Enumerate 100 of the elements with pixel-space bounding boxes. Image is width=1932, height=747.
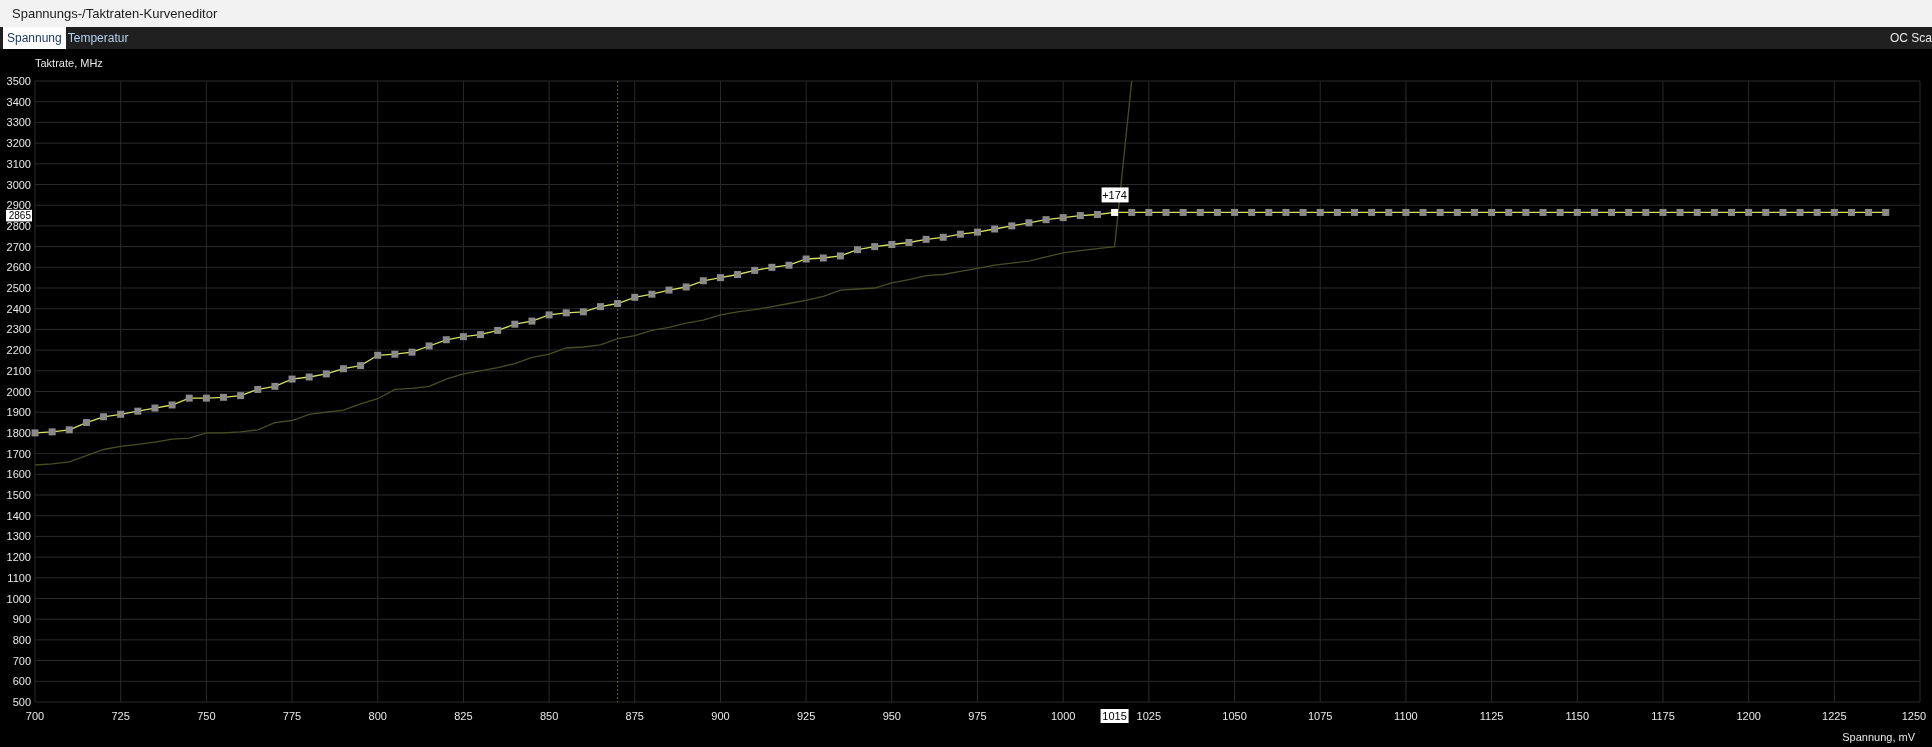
curve-point[interactable]: [802, 255, 810, 263]
curve-point[interactable]: [1590, 208, 1598, 216]
curve-point[interactable]: [1248, 208, 1256, 216]
curve-point[interactable]: [442, 336, 450, 344]
curve-point[interactable]: [648, 290, 656, 298]
curve-point[interactable]: [1128, 208, 1136, 216]
curve-point[interactable]: [1745, 208, 1753, 216]
curve-point[interactable]: [562, 309, 570, 317]
curve-point[interactable]: [1488, 208, 1496, 216]
curve-point[interactable]: [254, 385, 262, 393]
curve-point[interactable]: [631, 293, 639, 301]
curve-point[interactable]: [1847, 208, 1855, 216]
curve-point[interactable]: [1728, 208, 1735, 216]
curve-point[interactable]: [1042, 216, 1050, 224]
curve-point[interactable]: [854, 246, 862, 254]
curve-point[interactable]: [151, 404, 159, 412]
curve-point[interactable]: [888, 241, 896, 249]
tab[interactable]: Spannung: [3, 27, 66, 49]
curve-point[interactable]: [1470, 208, 1478, 216]
curve-point[interactable]: [1813, 208, 1821, 216]
curve-point[interactable]: [1573, 208, 1581, 216]
curve-point[interactable]: [1762, 208, 1770, 216]
curve-point[interactable]: [1830, 208, 1838, 216]
curve-point[interactable]: [1865, 208, 1873, 216]
curve-point[interactable]: [134, 407, 142, 415]
curve-point[interactable]: [545, 311, 553, 319]
curve-point[interactable]: [1179, 208, 1187, 216]
curve-point[interactable]: [82, 419, 90, 427]
curve-point[interactable]: [65, 426, 73, 434]
curve-point[interactable]: [1076, 212, 1084, 220]
curve-point[interactable]: [836, 252, 844, 260]
curve-point[interactable]: [716, 274, 724, 282]
curve-point[interactable]: [785, 261, 793, 269]
curve-point[interactable]: [1659, 208, 1667, 216]
curve-point[interactable]: [819, 254, 827, 262]
curve-point[interactable]: [1693, 208, 1701, 216]
curve-point[interactable]: [734, 271, 742, 279]
curve-point[interactable]: [1111, 208, 1119, 216]
curve-point[interactable]: [1316, 208, 1324, 216]
curve-point[interactable]: [1642, 208, 1650, 216]
curve-point[interactable]: [1556, 208, 1564, 216]
curve-point[interactable]: [939, 233, 947, 241]
curve-point[interactable]: [1796, 208, 1804, 216]
curve-point[interactable]: [956, 230, 964, 238]
curve-point[interactable]: [1368, 208, 1376, 216]
curve-point[interactable]: [1265, 208, 1273, 216]
curve-point[interactable]: [1522, 208, 1530, 216]
y-tick-label: 3500: [6, 75, 31, 87]
curve-point[interactable]: [339, 365, 347, 373]
curve-point[interactable]: [391, 350, 399, 358]
curve-point[interactable]: [100, 413, 108, 421]
curve-point[interactable]: [1162, 208, 1170, 216]
curve-point[interactable]: [871, 243, 879, 251]
curve-point[interactable]: [1333, 208, 1341, 216]
curve-point[interactable]: [1453, 208, 1461, 216]
curve-point[interactable]: [117, 410, 125, 418]
curve-point[interactable]: [1505, 208, 1513, 216]
curve-point[interactable]: [1351, 208, 1358, 216]
curve-point[interactable]: [1145, 208, 1153, 216]
curve-point[interactable]: [1282, 208, 1290, 216]
curve-point[interactable]: [357, 362, 365, 370]
curve-point[interactable]: [1196, 208, 1204, 216]
curve-point[interactable]: [1676, 208, 1684, 216]
curve-point[interactable]: [1402, 208, 1410, 216]
curve-point[interactable]: [1231, 208, 1239, 216]
curve-point[interactable]: [1419, 208, 1427, 216]
curve-point[interactable]: [168, 401, 176, 409]
curve-point[interactable]: [408, 348, 416, 356]
curve-point[interactable]: [305, 373, 313, 381]
curve-point[interactable]: [1882, 208, 1890, 216]
curve-point[interactable]: [1385, 208, 1393, 216]
oc-scan-button[interactable]: OC Sca: [1888, 27, 1932, 49]
curve-point[interactable]: [614, 300, 622, 307]
curve-point[interactable]: [1625, 208, 1633, 216]
curve-point[interactable]: [1093, 211, 1101, 218]
curve-point[interactable]: [1008, 222, 1016, 230]
curve-point[interactable]: [1608, 208, 1616, 216]
curve-point[interactable]: [1436, 208, 1444, 216]
curve-point[interactable]: [1213, 208, 1221, 216]
curve-point[interactable]: [1539, 208, 1547, 216]
curve-point[interactable]: [494, 326, 502, 334]
curve-point[interactable]: [768, 263, 776, 271]
curve-point[interactable]: [905, 238, 913, 246]
curve-point[interactable]: [288, 375, 296, 383]
curve-point[interactable]: [1059, 214, 1067, 222]
curve-point[interactable]: [1299, 208, 1307, 216]
curve-point[interactable]: [459, 333, 467, 341]
curve-point[interactable]: [1025, 219, 1033, 227]
curve-point[interactable]: [528, 317, 536, 325]
curve-point[interactable]: [1779, 208, 1787, 216]
curve-point[interactable]: [699, 277, 707, 285]
curve-point[interactable]: [477, 331, 485, 339]
curve-point[interactable]: [922, 235, 930, 243]
curve-point[interactable]: [511, 320, 519, 328]
curve-point[interactable]: [1710, 208, 1718, 216]
curve-point[interactable]: [751, 266, 759, 274]
curve-point[interactable]: [374, 351, 382, 359]
curve-point[interactable]: [271, 382, 279, 390]
curve-point[interactable]: [991, 225, 999, 233]
tab[interactable]: Temperatur: [65, 27, 131, 49]
